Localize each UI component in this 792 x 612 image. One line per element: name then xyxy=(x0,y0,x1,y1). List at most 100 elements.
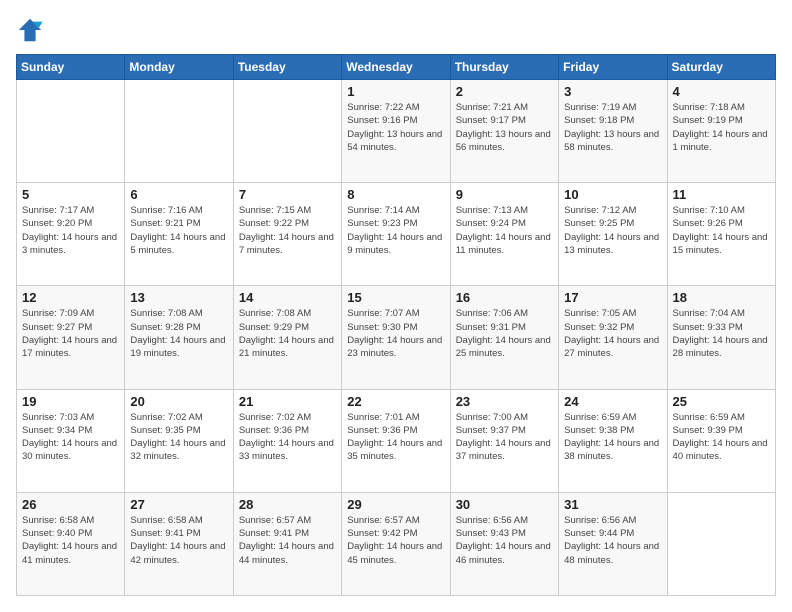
calendar-cell: 23Sunrise: 7:00 AMSunset: 9:37 PMDayligh… xyxy=(450,389,558,492)
day-number: 23 xyxy=(456,394,553,409)
week-row-5: 26 Sunrise: 6:58 AMSunset: 9:40 PMDayligh… xyxy=(17,492,776,595)
calendar-cell: 5Sunrise: 7:17 AMSunset: 9:20 PMDaylight… xyxy=(17,183,125,286)
day-info: Sunrise: 7:04 AMSunset: 9:33 PMDaylight:… xyxy=(673,307,770,360)
day-number: 24 xyxy=(564,394,661,409)
day-number: 28 xyxy=(239,497,336,512)
day-info: Sunrise: 6:56 AMSunset: 9:44 PMDaylight:… xyxy=(564,514,661,567)
day-number: 29 xyxy=(347,497,444,512)
day-number: 15 xyxy=(347,290,444,305)
weekday-header-sunday: Sunday xyxy=(17,55,125,80)
day-number: 20 xyxy=(130,394,227,409)
weekday-header-friday: Friday xyxy=(559,55,667,80)
day-number: 8 xyxy=(347,187,444,202)
calendar-cell: 19Sunrise: 7:03 AMSunset: 9:34 PMDayligh… xyxy=(17,389,125,492)
day-number: 4 xyxy=(673,84,770,99)
week-row-2: 5Sunrise: 7:17 AMSunset: 9:20 PMDaylight… xyxy=(17,183,776,286)
calendar-header: SundayMondayTuesdayWednesdayThursdayFrid… xyxy=(17,55,776,80)
calendar-cell: 31 Sunrise: 6:56 AMSunset: 9:44 PMDayligh… xyxy=(559,492,667,595)
calendar-cell: 28Sunrise: 6:57 AMSunset: 9:41 PMDayligh… xyxy=(233,492,341,595)
logo-icon xyxy=(16,16,44,44)
calendar-cell: 22 Sunrise: 7:01 AMSunset: 9:36 PMDayligh… xyxy=(342,389,450,492)
day-number: 17 xyxy=(564,290,661,305)
calendar-cell: 18 Sunrise: 7:04 AMSunset: 9:33 PMDayligh… xyxy=(667,286,775,389)
day-number: 11 xyxy=(673,187,770,202)
day-info: Sunrise: 7:02 AMSunset: 9:36 PMDaylight:… xyxy=(239,411,336,464)
day-number: 7 xyxy=(239,187,336,202)
calendar-cell: 30 Sunrise: 6:56 AMSunset: 9:43 PMDayligh… xyxy=(450,492,558,595)
day-info: Sunrise: 7:02 AMSunset: 9:35 PMDaylight:… xyxy=(130,411,227,464)
logo xyxy=(16,16,48,44)
calendar-body: 1 Sunrise: 7:22 AMSunset: 9:16 PMDaylight… xyxy=(17,80,776,596)
day-info: Sunrise: 7:15 AMSunset: 9:22 PMDaylight:… xyxy=(239,204,336,257)
day-number: 21 xyxy=(239,394,336,409)
week-row-4: 19Sunrise: 7:03 AMSunset: 9:34 PMDayligh… xyxy=(17,389,776,492)
calendar-cell: 13 Sunrise: 7:08 AMSunset: 9:28 PMDayligh… xyxy=(125,286,233,389)
calendar-cell: 6 Sunrise: 7:16 AMSunset: 9:21 PMDaylight… xyxy=(125,183,233,286)
calendar-cell: 2Sunrise: 7:21 AMSunset: 9:17 PMDaylight… xyxy=(450,80,558,183)
day-info: Sunrise: 7:22 AMSunset: 9:16 PMDaylight:… xyxy=(347,101,444,154)
day-info: Sunrise: 6:57 AMSunset: 9:42 PMDaylight:… xyxy=(347,514,444,567)
calendar-cell: 11 Sunrise: 7:10 AMSunset: 9:26 PMDayligh… xyxy=(667,183,775,286)
day-info: Sunrise: 7:03 AMSunset: 9:34 PMDaylight:… xyxy=(22,411,119,464)
day-number: 31 xyxy=(564,497,661,512)
calendar-cell: 26 Sunrise: 6:58 AMSunset: 9:40 PMDayligh… xyxy=(17,492,125,595)
day-info: Sunrise: 7:16 AMSunset: 9:21 PMDaylight:… xyxy=(130,204,227,257)
day-number: 22 xyxy=(347,394,444,409)
day-number: 13 xyxy=(130,290,227,305)
week-row-1: 1 Sunrise: 7:22 AMSunset: 9:16 PMDaylight… xyxy=(17,80,776,183)
day-info: Sunrise: 6:58 AMSunset: 9:40 PMDaylight:… xyxy=(22,514,119,567)
day-number: 12 xyxy=(22,290,119,305)
day-number: 25 xyxy=(673,394,770,409)
calendar-cell: 15Sunrise: 7:07 AMSunset: 9:30 PMDayligh… xyxy=(342,286,450,389)
day-info: Sunrise: 7:18 AMSunset: 9:19 PMDaylight:… xyxy=(673,101,770,154)
calendar-cell: 8 Sunrise: 7:14 AMSunset: 9:23 PMDaylight… xyxy=(342,183,450,286)
day-number: 10 xyxy=(564,187,661,202)
calendar-cell: 20 Sunrise: 7:02 AMSunset: 9:35 PMDayligh… xyxy=(125,389,233,492)
day-info: Sunrise: 7:08 AMSunset: 9:28 PMDaylight:… xyxy=(130,307,227,360)
calendar-cell: 1 Sunrise: 7:22 AMSunset: 9:16 PMDaylight… xyxy=(342,80,450,183)
weekday-header-monday: Monday xyxy=(125,55,233,80)
calendar-cell: 12Sunrise: 7:09 AMSunset: 9:27 PMDayligh… xyxy=(17,286,125,389)
calendar-cell: 27Sunrise: 6:58 AMSunset: 9:41 PMDayligh… xyxy=(125,492,233,595)
calendar-cell: 7 Sunrise: 7:15 AMSunset: 9:22 PMDaylight… xyxy=(233,183,341,286)
day-info: Sunrise: 7:14 AMSunset: 9:23 PMDaylight:… xyxy=(347,204,444,257)
page: SundayMondayTuesdayWednesdayThursdayFrid… xyxy=(0,0,792,612)
weekday-header-tuesday: Tuesday xyxy=(233,55,341,80)
weekday-header-wednesday: Wednesday xyxy=(342,55,450,80)
day-number: 26 xyxy=(22,497,119,512)
day-info: Sunrise: 7:01 AMSunset: 9:36 PMDaylight:… xyxy=(347,411,444,464)
day-info: Sunrise: 6:56 AMSunset: 9:43 PMDaylight:… xyxy=(456,514,553,567)
day-number: 6 xyxy=(130,187,227,202)
day-info: Sunrise: 7:13 AMSunset: 9:24 PMDaylight:… xyxy=(456,204,553,257)
calendar-cell xyxy=(667,492,775,595)
day-number: 14 xyxy=(239,290,336,305)
day-number: 18 xyxy=(673,290,770,305)
day-number: 30 xyxy=(456,497,553,512)
calendar-cell: 14 Sunrise: 7:08 AMSunset: 9:29 PMDayligh… xyxy=(233,286,341,389)
calendar-cell: 9 Sunrise: 7:13 AMSunset: 9:24 PMDaylight… xyxy=(450,183,558,286)
day-info: Sunrise: 6:58 AMSunset: 9:41 PMDaylight:… xyxy=(130,514,227,567)
day-info: Sunrise: 7:06 AMSunset: 9:31 PMDaylight:… xyxy=(456,307,553,360)
day-info: Sunrise: 7:05 AMSunset: 9:32 PMDaylight:… xyxy=(564,307,661,360)
day-info: Sunrise: 7:08 AMSunset: 9:29 PMDaylight:… xyxy=(239,307,336,360)
day-number: 3 xyxy=(564,84,661,99)
calendar-cell: 4 Sunrise: 7:18 AMSunset: 9:19 PMDaylight… xyxy=(667,80,775,183)
calendar-cell: 17 Sunrise: 7:05 AMSunset: 9:32 PMDayligh… xyxy=(559,286,667,389)
calendar-cell: 29 Sunrise: 6:57 AMSunset: 9:42 PMDayligh… xyxy=(342,492,450,595)
day-number: 9 xyxy=(456,187,553,202)
week-row-3: 12Sunrise: 7:09 AMSunset: 9:27 PMDayligh… xyxy=(17,286,776,389)
weekday-row: SundayMondayTuesdayWednesdayThursdayFrid… xyxy=(17,55,776,80)
calendar-cell: 24Sunrise: 6:59 AMSunset: 9:38 PMDayligh… xyxy=(559,389,667,492)
calendar-table: SundayMondayTuesdayWednesdayThursdayFrid… xyxy=(16,54,776,596)
day-info: Sunrise: 7:21 AMSunset: 9:17 PMDaylight:… xyxy=(456,101,553,154)
header xyxy=(16,16,776,44)
day-number: 5 xyxy=(22,187,119,202)
weekday-header-saturday: Saturday xyxy=(667,55,775,80)
calendar-cell: 25Sunrise: 6:59 AMSunset: 9:39 PMDayligh… xyxy=(667,389,775,492)
day-number: 1 xyxy=(347,84,444,99)
calendar-cell: 10Sunrise: 7:12 AMSunset: 9:25 PMDayligh… xyxy=(559,183,667,286)
weekday-header-thursday: Thursday xyxy=(450,55,558,80)
day-number: 16 xyxy=(456,290,553,305)
day-info: Sunrise: 7:10 AMSunset: 9:26 PMDaylight:… xyxy=(673,204,770,257)
calendar-cell: 21 Sunrise: 7:02 AMSunset: 9:36 PMDayligh… xyxy=(233,389,341,492)
